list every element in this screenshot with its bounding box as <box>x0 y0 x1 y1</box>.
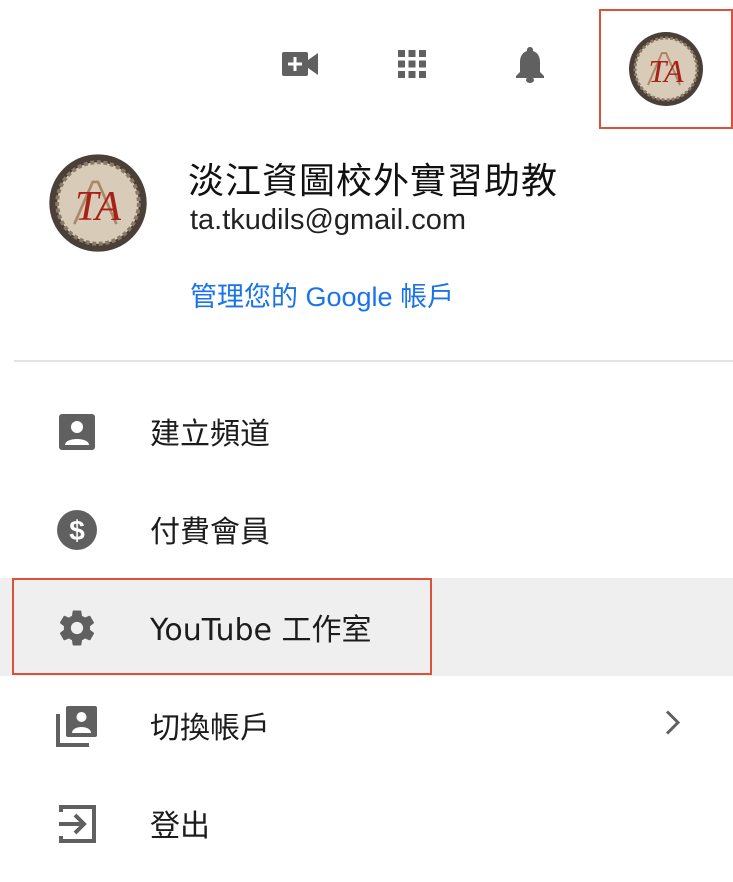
divider <box>14 360 733 362</box>
apps-grid-icon[interactable] <box>384 36 440 92</box>
menu-item-switch-account[interactable]: 切換帳戶 <box>0 676 733 774</box>
menu-item-paid-membership[interactable]: $ 付費會員 <box>0 480 733 578</box>
svg-text:TA: TA <box>649 53 684 89</box>
menu-item-label: 切換帳戶 <box>150 711 270 746</box>
menu-item-label: 登出 <box>150 809 210 844</box>
svg-text:$: $ <box>69 515 85 546</box>
notifications-bell-icon[interactable] <box>502 36 558 92</box>
svg-text:TA: TA <box>75 183 121 230</box>
switch-account-icon <box>53 704 101 748</box>
menu-item-youtube-studio[interactable]: YouTube 工作室 <box>0 578 733 676</box>
chevron-right-icon <box>664 709 682 742</box>
account-menu: 建立頻道 $ 付費會員 YouTube 工作室 切換帳戶 登出 <box>0 382 733 872</box>
account-header: TA 淡江資圖校外實習助教 ta.tkudils@gmail.com 管理您的 … <box>0 140 733 360</box>
menu-item-label: 付費會員 <box>150 515 270 550</box>
account-email: ta.tkudils@gmail.com <box>190 204 467 236</box>
account-name: 淡江資圖校外實習助教 <box>188 161 559 202</box>
top-bar: TA <box>0 0 733 130</box>
video-create-icon[interactable] <box>272 36 328 92</box>
menu-item-label: YouTube 工作室 <box>150 613 372 648</box>
studio-gear-icon <box>53 606 101 650</box>
menu-item-sign-out[interactable]: 登出 <box>0 774 733 872</box>
sign-out-icon <box>53 802 101 846</box>
account-avatar-button[interactable]: TA <box>599 9 733 129</box>
paid-membership-icon: $ <box>53 508 101 552</box>
avatar: TA <box>629 32 703 106</box>
avatar: TA <box>49 154 147 252</box>
create-channel-icon <box>53 410 101 454</box>
manage-google-account-link[interactable]: 管理您的 Google 帳戶 <box>190 275 454 314</box>
menu-item-label: 建立頻道 <box>150 417 270 452</box>
menu-item-create-channel[interactable]: 建立頻道 <box>0 382 733 480</box>
